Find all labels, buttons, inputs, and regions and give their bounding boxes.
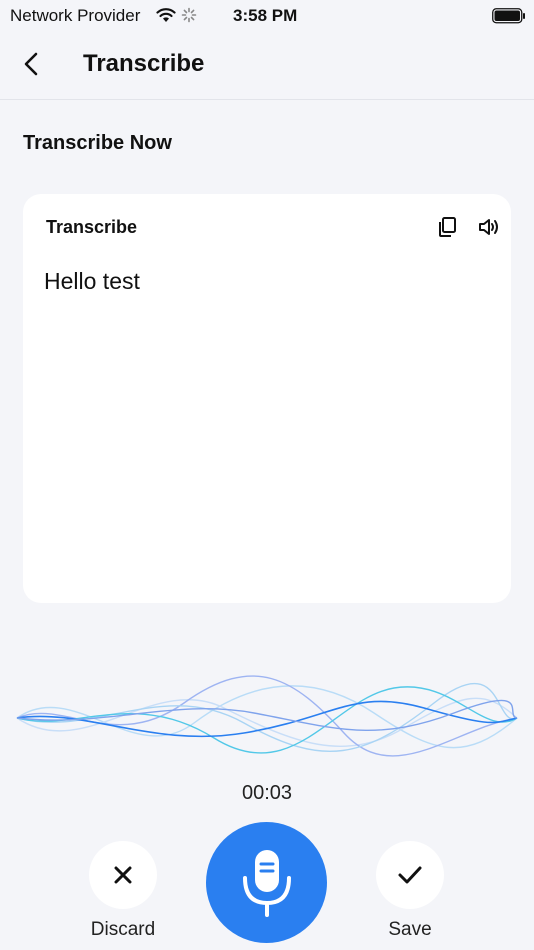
page-title: Transcribe [83, 50, 205, 77]
audio-waveform [16, 675, 518, 757]
save-label: Save [388, 919, 432, 940]
navigation-bar: Transcribe [0, 30, 534, 100]
loading-spinner-icon [181, 7, 197, 28]
close-icon [114, 866, 132, 884]
section-title: Transcribe Now [23, 132, 172, 154]
discard-label: Discard [90, 919, 156, 940]
chevron-left-icon [24, 52, 38, 76]
card-title: Transcribe [46, 217, 138, 237]
carrier-name: Network Provider [10, 6, 141, 25]
checkmark-icon [398, 866, 422, 884]
copy-icon[interactable] [436, 216, 458, 243]
status-time: 3:58 PM [233, 6, 298, 25]
wifi-icon [156, 7, 176, 28]
save-button[interactable] [376, 841, 444, 909]
transcript-text: Hello test [44, 268, 140, 294]
recording-timer: 00:03 [241, 782, 293, 804]
back-button[interactable] [16, 48, 48, 80]
speaker-icon[interactable] [477, 216, 501, 243]
transcript-card: Transcribe Hello test [23, 194, 511, 603]
microphone-icon [242, 849, 291, 917]
status-bar: Network Provider 3:58 PM [0, 0, 534, 30]
discard-button[interactable] [89, 841, 157, 909]
microphone-button[interactable] [206, 822, 327, 943]
battery-icon [492, 8, 526, 29]
